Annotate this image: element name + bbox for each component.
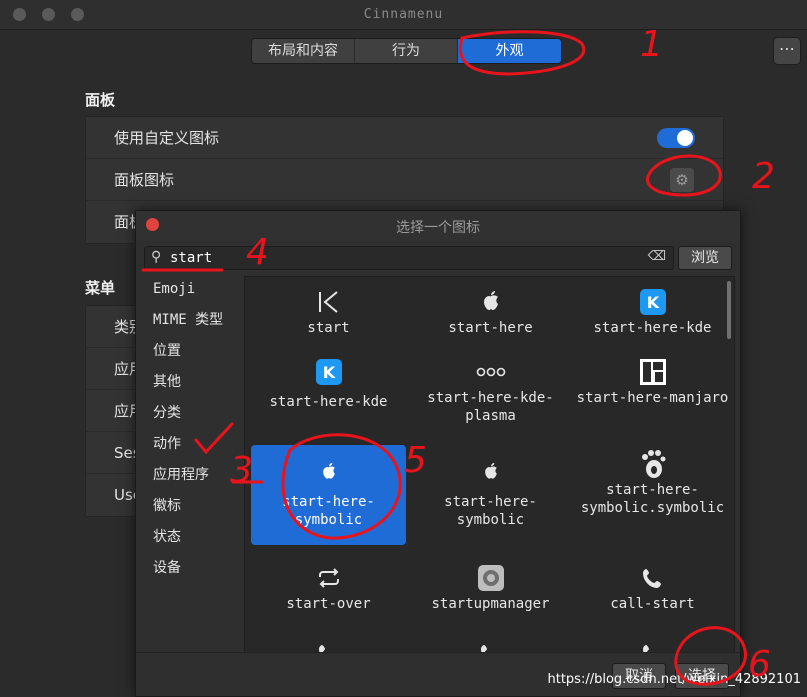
icon-item-label: call-start — [610, 596, 695, 612]
icon-item[interactable]: start-here-symbolic.symbolic — [575, 445, 730, 545]
tab-behavior[interactable]: 行为 — [355, 39, 458, 63]
kde-icon: K — [575, 285, 730, 319]
icon-item[interactable]: K start-here-kde — [251, 355, 406, 435]
kde-icon: K — [251, 355, 406, 389]
startup-icon — [413, 561, 568, 595]
icon-item[interactable]: start-here — [413, 285, 568, 345]
panel-section-title: 面板 — [85, 91, 116, 109]
tab-bar: 布局和内容 行为 外观 — [251, 38, 562, 64]
icon-grid-scrollbar[interactable] — [727, 281, 731, 339]
more-options-button[interactable]: ⋯ — [773, 37, 801, 65]
icon-item[interactable]: start-here-kde-plasma — [413, 355, 568, 435]
svg-text:K: K — [322, 363, 335, 382]
dialog-title: 选择一个图标 — [396, 220, 480, 236]
choose-icon-dialog: 选择一个图标 ⚲ start ⌫ 浏览 Emoji MIME 类型 位置 其他 … — [135, 210, 741, 697]
panel-icon-row: 面板图标 ⚙ — [86, 159, 723, 201]
apple-icon — [413, 455, 568, 489]
icon-item-label: start-here-manjaro — [576, 390, 729, 406]
gnome-foot-icon — [575, 447, 730, 481]
icon-item[interactable]: start-over — [251, 561, 406, 621]
icon-item-label: start-here-kde — [269, 394, 388, 410]
icon-item[interactable]: call-start — [575, 561, 730, 621]
icon-item-label: start-here-symbolic — [444, 494, 537, 528]
phone-icon — [575, 561, 730, 595]
icon-item-selected[interactable]: start-here-symbolic — [251, 445, 406, 545]
icon-item[interactable]: startupmanager — [413, 561, 568, 621]
panel-icon-label: 面板图标 — [114, 171, 175, 189]
category-devices[interactable]: 设备 — [144, 555, 244, 586]
category-other[interactable]: 其他 — [144, 369, 244, 400]
category-status[interactable]: 状态 — [144, 524, 244, 555]
dots-icon — [413, 355, 568, 389]
browse-button[interactable]: 浏览 — [678, 246, 732, 270]
category-emoji[interactable]: Emoji — [144, 276, 244, 307]
icon-item-label: start-here — [448, 320, 533, 336]
window-title: Cinnamenu — [363, 7, 444, 22]
panel-icon-chooser-button[interactable]: ⚙ — [670, 168, 694, 192]
search-icon: ⚲ — [151, 249, 162, 265]
menu-section-title: 菜单 — [85, 279, 116, 297]
icon-item[interactable]: K start-here-kde — [575, 285, 730, 345]
icon-item-label: start — [307, 320, 350, 336]
tab-appearance[interactable]: 外观 — [458, 39, 561, 63]
category-actions[interactable]: 动作 — [144, 431, 244, 462]
icon-grid: start start-here K start-here-kde K star… — [244, 276, 735, 654]
gear-icon: ⚙ — [675, 171, 689, 189]
apple-icon — [251, 455, 406, 489]
icon-item-label: start-here-kde-plasma — [427, 390, 554, 424]
svg-text:K: K — [646, 293, 659, 312]
use-custom-icon-switch[interactable] — [657, 128, 695, 148]
use-custom-icon-row: 使用自定义图标 — [86, 117, 723, 159]
icon-item[interactable]: start — [251, 285, 406, 345]
manjaro-icon — [575, 355, 730, 389]
category-places[interactable]: 位置 — [144, 338, 244, 369]
category-emblems[interactable]: 徽标 — [144, 493, 244, 524]
clear-search-icon[interactable]: ⌫ — [648, 249, 666, 264]
icon-search-value[interactable]: start — [170, 250, 212, 266]
icon-search-field[interactable]: ⚲ start ⌫ — [144, 246, 674, 270]
icon-item[interactable]: start-here-symbolic — [413, 445, 568, 545]
icon-category-list: Emoji MIME 类型 位置 其他 分类 动作 应用程序 徽标 状态 设备 — [144, 276, 244, 649]
repeat-icon — [251, 561, 406, 595]
titlebar: Cinnamenu — [0, 0, 807, 30]
icon-item-label: start-over — [286, 596, 371, 612]
use-custom-icon-label: 使用自定义图标 — [114, 129, 220, 147]
skip-start-icon — [251, 285, 406, 319]
icon-item-label: start-here-symbolic.symbolic — [580, 482, 725, 516]
apple-icon — [413, 285, 568, 319]
icon-item-label: start-here-kde — [593, 320, 712, 336]
watermark: https://blog.csdn.net/weixin_42892101 — [547, 672, 801, 687]
category-mime-types[interactable]: MIME 类型 — [144, 307, 244, 338]
dialog-titlebar: 选择一个图标 — [136, 211, 740, 241]
icon-item-label: start-here-symbolic — [282, 494, 375, 528]
tab-layout-content[interactable]: 布局和内容 — [252, 39, 355, 63]
category-categories[interactable]: 分类 — [144, 400, 244, 431]
icon-item-label: startupmanager — [431, 596, 550, 612]
category-applications[interactable]: 应用程序 — [144, 462, 244, 493]
icon-item[interactable]: start-here-manjaro — [575, 355, 730, 435]
